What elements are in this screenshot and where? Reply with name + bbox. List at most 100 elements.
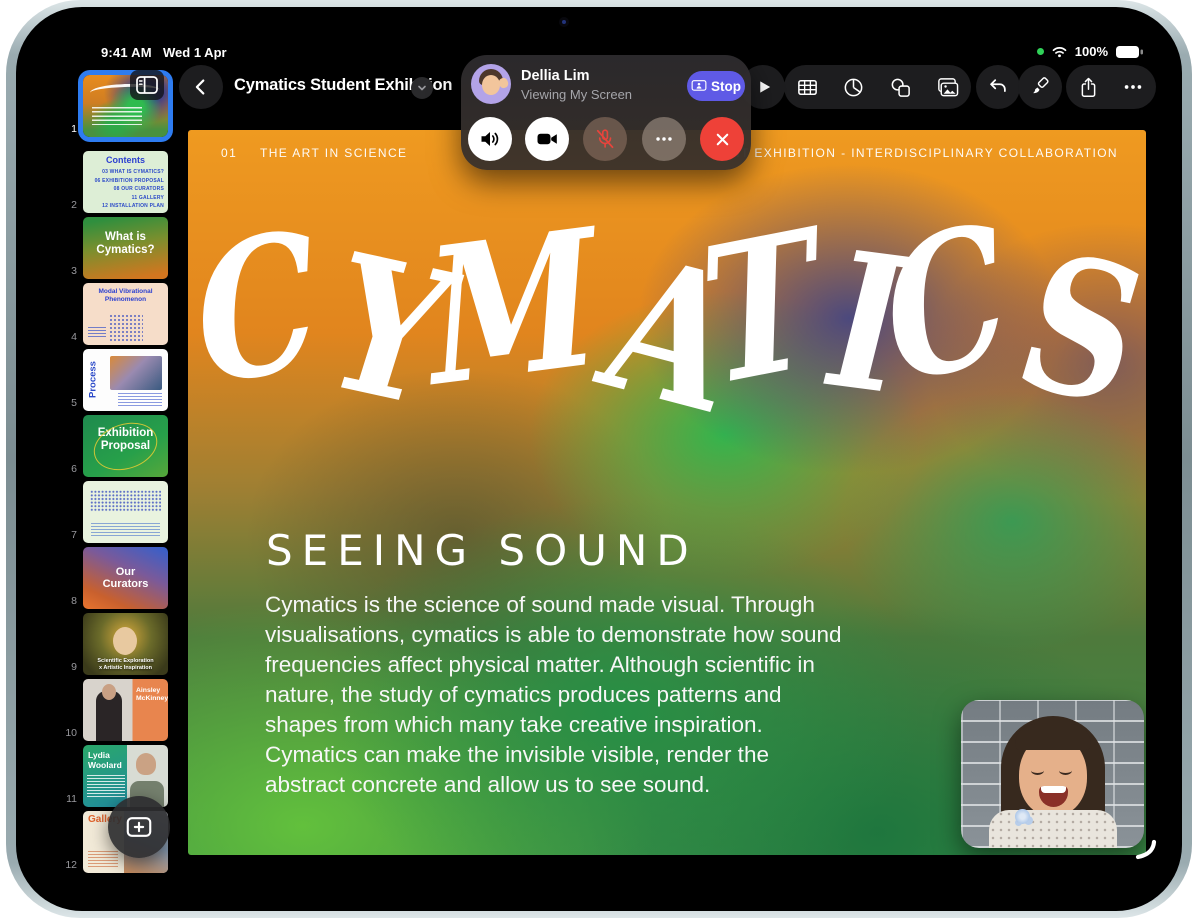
- chevron-left-icon: [195, 79, 205, 95]
- thumbnail-title: What is Cymatics?: [96, 231, 155, 256]
- document-title-menu-button[interactable]: [411, 77, 433, 99]
- thumbnail-title: Ainsley McKinney: [136, 687, 168, 703]
- stop-sharing-button[interactable]: Stop: [687, 71, 745, 101]
- slide-thumbnail[interactable]: [83, 481, 168, 543]
- sidebar-panel-icon: [136, 76, 158, 94]
- more-button[interactable]: [1122, 76, 1144, 98]
- undo-button[interactable]: [976, 65, 1020, 109]
- status-right-cluster: 100%: [1036, 44, 1144, 59]
- chevron-down-icon: [418, 85, 426, 91]
- slide-number: 6: [71, 463, 77, 475]
- pip-person-flower: [1015, 809, 1030, 824]
- insert-shape-button[interactable]: [889, 76, 912, 99]
- thumbnail-title: Our Curators: [102, 566, 149, 591]
- back-button[interactable]: [179, 65, 223, 109]
- thumbnail-title: Lydia Woolard: [88, 750, 122, 770]
- slide-thumbnail-row[interactable]: 8 Our Curators: [62, 547, 168, 609]
- slide-number: 12: [65, 859, 77, 871]
- insert-toolbar-group: [784, 65, 971, 109]
- camera-indicator-dot: [1036, 48, 1044, 55]
- screen: 9:41 AM Wed 1 Apr 100% 1 2 Contents 03 W…: [48, 30, 1162, 888]
- speaker-icon: [481, 132, 499, 146]
- avatar: [471, 64, 511, 104]
- wifi-icon: [1052, 47, 1067, 58]
- share-icon: [1081, 77, 1096, 97]
- pie-chart-icon: [844, 78, 863, 96]
- slide-thumbnail-row[interactable]: 7: [62, 481, 168, 543]
- slide-number: 9: [71, 661, 77, 673]
- video-button[interactable]: [525, 117, 569, 161]
- thumbnail-title: Modal Vibrational Phenomenon: [98, 288, 153, 303]
- slide-thumbnail-row[interactable]: 10 Ainsley McKinney: [62, 679, 168, 741]
- thumbnail-title: Scientific Exploration x Artistic Inspir…: [97, 657, 154, 671]
- share-button[interactable]: [1078, 76, 1099, 99]
- slide-number: 5: [71, 397, 77, 409]
- slide-display-title-art: CYMATICS: [188, 192, 1146, 442]
- insert-chart-button[interactable]: [842, 76, 865, 99]
- avatar-face: [482, 75, 500, 95]
- play-icon: [760, 81, 771, 93]
- thumbnail-title: Contents: [106, 155, 145, 165]
- slide-thumbnail[interactable]: Contents 03 WHAT IS CYMATICS? 06 EXHIBIT…: [83, 151, 168, 213]
- share-more-toolbar-group: [1066, 65, 1156, 109]
- mic-muted-button[interactable]: [583, 117, 627, 161]
- thumbnail-subtitle: 03 WHAT IS CYMATICS? 06 EXHIBITION PROPO…: [94, 169, 164, 209]
- slide-number: 8: [71, 595, 77, 607]
- slide-number: 1: [71, 123, 77, 135]
- participant-status: Viewing My Screen: [521, 87, 633, 102]
- pip-person-eye-left: [1031, 766, 1044, 775]
- slide-thumbnail-row[interactable]: 11 Lydia Woolard: [62, 745, 168, 807]
- slide-thumbnail[interactable]: Modal Vibrational Phenomenon: [83, 283, 168, 345]
- shapes-icon: [891, 78, 910, 97]
- battery-icon: [1116, 45, 1143, 58]
- mic-slash-icon: [596, 129, 614, 149]
- facetime-pip-video[interactable]: [961, 700, 1144, 848]
- undo-icon: [990, 79, 1006, 92]
- slide-number: 2: [71, 199, 77, 211]
- slide-thumbnail[interactable]: Process: [83, 349, 168, 411]
- ipad-device-frame: 9:41 AM Wed 1 Apr 100% 1 2 Contents 03 W…: [6, 0, 1192, 918]
- facetime-more-button[interactable]: [642, 117, 686, 161]
- slide-thumbnail-row[interactable]: 3 What is Cymatics?: [62, 217, 168, 279]
- pip-person-bangs: [1015, 724, 1091, 750]
- slide-number: 7: [71, 529, 77, 541]
- slide-number: 4: [71, 331, 77, 343]
- close-icon: [716, 133, 728, 145]
- paintbrush-icon: [1033, 77, 1049, 94]
- slide-thumbnail-row[interactable]: 5 Process: [62, 349, 168, 411]
- slide-kicker-left: THE ART IN SCIENCE: [260, 146, 408, 160]
- add-slide-button[interactable]: [108, 796, 170, 858]
- battery-percent: 100%: [1074, 44, 1108, 59]
- slide-thumbnail[interactable]: Exhibition Proposal: [83, 415, 168, 477]
- slide-kicker-right: ENT EXHIBITION - INTERDISCIPLINARY COLLA…: [721, 146, 1118, 160]
- front-camera: [559, 17, 569, 27]
- slide-heading: SEEING SOUND: [266, 526, 698, 575]
- slide-thumbnail-row[interactable]: 6 Exhibition Proposal: [62, 415, 168, 477]
- slide-thumbnail-row[interactable]: 4 Modal Vibrational Phenomenon: [62, 283, 168, 345]
- insert-media-button[interactable]: [935, 76, 959, 99]
- ellipsis-icon: [1125, 85, 1142, 89]
- slide-thumbnail-row[interactable]: 9 Scientific Exploration x Artistic Insp…: [62, 613, 168, 675]
- participant-name: Dellia Lim: [521, 68, 590, 84]
- pip-person-blouse: [989, 810, 1117, 848]
- slide-number: 11: [66, 793, 77, 805]
- ipad-product-shot: 9:41 AM Wed 1 Apr 100% 1 2 Contents 03 W…: [0, 0, 1198, 918]
- slide-number: 10: [65, 727, 77, 739]
- slide-thumbnail[interactable]: Scientific Exploration x Artistic Inspir…: [83, 613, 168, 675]
- sidebar-toggle-button[interactable]: [130, 70, 164, 100]
- facetime-button-row: [461, 117, 751, 161]
- slide-thumbnail[interactable]: What is Cymatics?: [83, 217, 168, 279]
- stop-sharing-label: Stop: [711, 78, 741, 94]
- ellipsis-icon: [656, 137, 672, 141]
- slide-thumbnail[interactable]: Ainsley McKinney: [83, 679, 168, 741]
- thumbnail-title: Process: [87, 361, 99, 398]
- format-brush-button[interactable]: [1018, 65, 1062, 109]
- end-call-button[interactable]: [700, 117, 744, 161]
- corner-scribble: [1135, 839, 1157, 860]
- insert-table-button[interactable]: [796, 76, 819, 99]
- slide-thumbnail-row[interactable]: 2 Contents 03 WHAT IS CYMATICS? 06 EXHIB…: [62, 151, 168, 213]
- pip-person-eye-right: [1059, 766, 1072, 775]
- speaker-button[interactable]: [468, 117, 512, 161]
- slide-thumbnail[interactable]: Our Curators: [83, 547, 168, 609]
- slide-body-text: Cymatics is the science of sound made vi…: [265, 592, 842, 797]
